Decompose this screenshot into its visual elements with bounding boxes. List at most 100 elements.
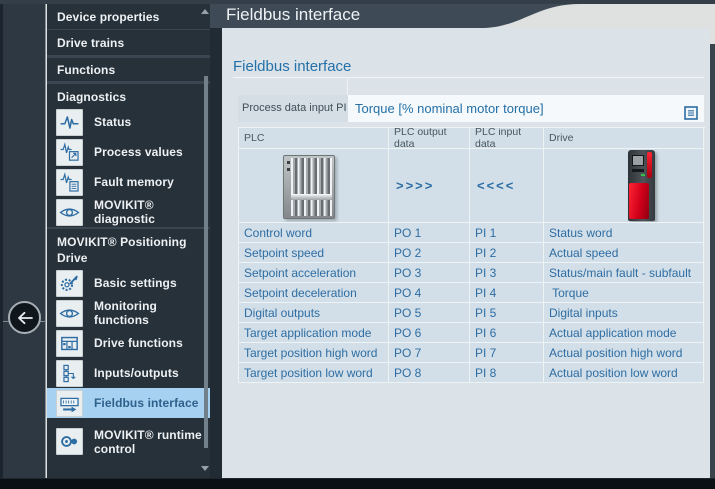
table-cell: PO 8: [389, 363, 470, 383]
table-cell: PI 6: [470, 323, 544, 343]
table-cell: PO 1: [389, 223, 470, 243]
app-window: Device properties Drive trains Functions…: [0, 0, 715, 489]
drive-image-cell: [544, 149, 704, 223]
process-data-input-label: Process data input PI 4:: [238, 95, 348, 122]
process-values-icon: [56, 139, 83, 166]
sidebar-item-label: Process values: [83, 145, 185, 159]
plc-graphic: [283, 155, 335, 219]
drive-graphic: [628, 150, 655, 221]
movikit-runtime-icon: [56, 428, 83, 455]
sidebar-item-label: Drive trains: [57, 36, 124, 50]
table-cell: PI 8: [470, 363, 544, 383]
sidebar-item-process-values[interactable]: Process values: [47, 137, 210, 167]
table-cell: PO 5: [389, 303, 470, 323]
process-data-input-select[interactable]: Torque [% nominal motor torque]: [348, 95, 704, 122]
sidebar-item-drive-trains[interactable]: Drive trains: [47, 30, 210, 56]
table-cell: PO 3: [389, 263, 470, 283]
table-cell: PO 2: [389, 243, 470, 263]
table-cell: PI 7: [470, 343, 544, 363]
scrollbar-thumb[interactable]: [204, 76, 208, 448]
sidebar-item-basic-settings[interactable]: Basic settings: [47, 268, 210, 298]
table-cell: PO 7: [389, 343, 470, 363]
drive-functions-icon: [56, 330, 83, 357]
table-cell: Status/main fault - subfault: [544, 263, 704, 283]
sidebar-item-movikit-runtime-control[interactable]: MOVIKIT® runtime control: [47, 418, 210, 465]
table-cell: Actual position high word: [544, 343, 704, 363]
sidebar-item-drive-functions[interactable]: Drive functions: [47, 328, 210, 358]
column-header-plc: PLC: [239, 128, 389, 149]
sidebar-section-label: MOVIKIT® Positioning Drive: [57, 234, 205, 266]
form-grid-divider: [347, 77, 348, 95]
sidebar-item-label: Drive functions: [83, 336, 185, 350]
left-arrow-icon: [16, 311, 34, 325]
basic-settings-icon: [56, 270, 83, 297]
monitoring-functions-icon: [56, 300, 83, 327]
table-cell: Setpoint speed: [239, 243, 389, 263]
sidebar-scrollbar[interactable]: [201, 4, 209, 478]
table-cell: Actual speed: [544, 243, 704, 263]
scroll-up-icon[interactable]: [201, 9, 209, 14]
table-cell: Actual position low word: [544, 363, 704, 383]
sidebar-item-label: Functions: [57, 63, 115, 77]
table-cell: Status word: [544, 223, 704, 243]
inputs-outputs-icon: [56, 360, 83, 387]
collapse-strip: [3, 4, 46, 478]
scroll-down-icon[interactable]: [201, 466, 209, 471]
sidebar-item-label: Device properties: [57, 10, 159, 24]
sidebar-item-device-properties[interactable]: Device properties: [47, 4, 210, 30]
table-cell: PI 4: [470, 283, 544, 303]
page-title: Fieldbus interface: [226, 5, 360, 25]
sidebar-item-label: MOVIKIT® diagnostic: [83, 198, 210, 226]
sidebar-item-label: MOVIKIT® runtime control: [83, 428, 210, 456]
table-cell: PI 1: [470, 223, 544, 243]
sidebar-item-movikit-diagnostic[interactable]: MOVIKIT® diagnostic: [47, 197, 210, 227]
input-direction-arrows: <<<<: [470, 149, 544, 223]
sidebar-section-label: Diagnostics: [57, 89, 126, 105]
section-divider: [233, 77, 704, 78]
table-cell: Torque: [544, 283, 704, 303]
sidebar-item-inputs-outputs[interactable]: Inputs/outputs: [47, 358, 210, 388]
table-cell: Digital outputs: [239, 303, 389, 323]
content-gutter: [210, 28, 222, 478]
table-cell: PI 5: [470, 303, 544, 323]
output-direction-arrows: >>>>: [389, 149, 470, 223]
window-left-border: [0, 4, 3, 478]
sidebar-section-movikit-positioning-drive[interactable]: MOVIKIT® Positioning Drive: [47, 227, 210, 268]
table-cell: Actual application mode: [544, 323, 704, 343]
process-data-form-row: Process data input PI 4: Torque [% nomin…: [238, 95, 704, 122]
window-right-border: [710, 44, 715, 478]
table-cell: PI 3: [470, 263, 544, 283]
dropdown-menu-icon[interactable]: [684, 102, 698, 129]
column-header-drive: Drive: [544, 128, 704, 149]
content-panel: Fieldbus interface Process data input PI…: [222, 28, 710, 478]
table-cell: PO 4: [389, 283, 470, 303]
sidebar-item-label: Monitoring functions: [83, 299, 210, 327]
header-curve-decoration: [485, 4, 715, 28]
sidebar-item-label: Fault memory: [83, 175, 176, 189]
sidebar-item-label: Inputs/outputs: [83, 366, 181, 380]
sidebar-nav: Device properties Drive trains Functions…: [47, 4, 210, 478]
sidebar-item-fault-memory[interactable]: Fault memory: [47, 167, 210, 197]
sidebar-item-monitoring-functions[interactable]: Monitoring functions: [47, 298, 210, 328]
table-cell: PO 6: [389, 323, 470, 343]
main-header: Fieldbus interface: [210, 4, 715, 28]
column-header-plc-output: PLC output data: [389, 128, 470, 149]
sidebar-item-label: Basic settings: [83, 276, 179, 290]
process-data-input-value: Torque [% nominal motor torque]: [355, 101, 544, 116]
table-cell: Target position high word: [239, 343, 389, 363]
sidebar-item-label: Status: [83, 115, 133, 129]
sidebar-item-label: Fieldbus interface: [83, 396, 201, 410]
table-cell: Digital inputs: [544, 303, 704, 323]
section-title: Fieldbus interface: [233, 58, 351, 75]
table-cell: PI 2: [470, 243, 544, 263]
sidebar-item-status[interactable]: Status: [47, 107, 210, 137]
window-bottom-border: [0, 478, 715, 489]
process-data-table: PLC PLC output data PLC input data Drive…: [238, 127, 705, 383]
table-cell: Control word: [239, 223, 389, 243]
sidebar-item-functions[interactable]: Functions: [47, 56, 210, 82]
sidebar-section-diagnostics[interactable]: Diagnostics: [47, 82, 210, 107]
status-icon: [56, 109, 83, 136]
collapse-sidebar-button[interactable]: [8, 301, 41, 334]
sidebar-item-fieldbus-interface[interactable]: Fieldbus interface: [47, 388, 210, 418]
table-cell: Target position low word: [239, 363, 389, 383]
